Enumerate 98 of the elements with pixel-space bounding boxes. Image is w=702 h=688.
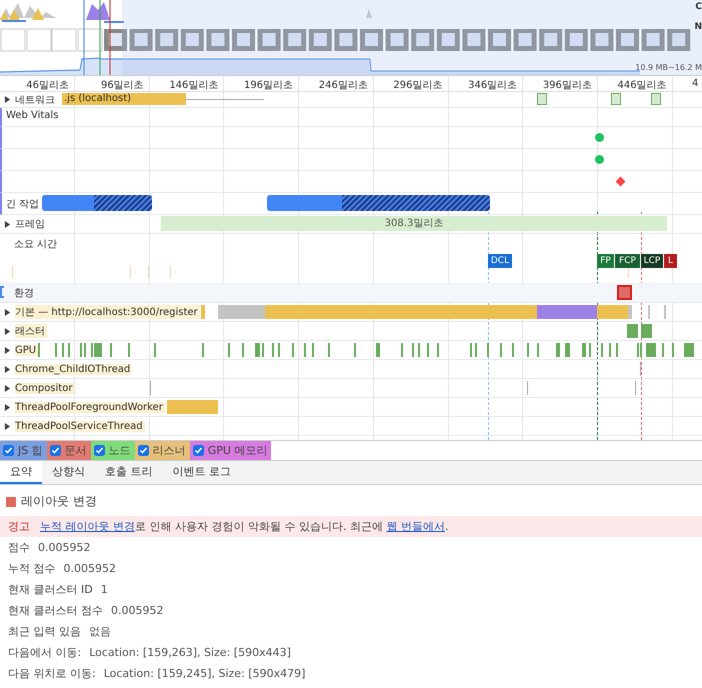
track-label[interactable]: ThreadPoolServiceThread bbox=[15, 420, 145, 432]
expand-arrow-icon[interactable] bbox=[4, 366, 11, 372]
property-value: 0.005952 bbox=[64, 562, 116, 575]
checkbox-icon[interactable] bbox=[192, 445, 204, 456]
time-tick-label: 196밀리초 bbox=[244, 79, 294, 92]
long-task-bar[interactable] bbox=[267, 195, 490, 211]
layout-shift-marker[interactable] bbox=[617, 285, 632, 300]
timing-marker[interactable]: DCL bbox=[488, 254, 512, 268]
warning-message: 누적 레이아웃 변경로 인해 사용자 경험이 악화될 수 있습니다. 최근에 웹 번들에서. bbox=[40, 520, 448, 533]
network-label: N bbox=[694, 22, 702, 32]
track-label[interactable]: 래스터 bbox=[15, 324, 47, 338]
expand-arrow-icon[interactable] bbox=[4, 422, 11, 430]
task-bar[interactable] bbox=[582, 343, 586, 357]
time-tick-label: 246밀리초 bbox=[318, 79, 368, 92]
task-bar[interactable] bbox=[684, 343, 694, 357]
task-bar[interactable] bbox=[565, 343, 570, 357]
property-value: Location: [159,245], Size: [590x479] bbox=[104, 667, 306, 680]
metric-dot-icon[interactable] bbox=[595, 133, 604, 142]
checkbox-icon[interactable] bbox=[94, 445, 105, 456]
track-label[interactable]: GPU bbox=[15, 344, 38, 356]
track-label[interactable]: Chrome_ChildIOThread bbox=[15, 364, 132, 374]
track-label[interactable]: 환경 bbox=[14, 286, 34, 300]
checkbox-icon[interactable] bbox=[50, 445, 61, 456]
task-bar[interactable] bbox=[94, 343, 102, 357]
timing-marker[interactable]: FCP bbox=[615, 254, 640, 268]
task-bar[interactable] bbox=[537, 305, 597, 319]
timing-marker[interactable]: LCP bbox=[641, 254, 663, 268]
expand-arrow-icon[interactable] bbox=[4, 308, 11, 316]
long-task-bar[interactable] bbox=[42, 195, 152, 211]
network-request-bar[interactable] bbox=[537, 93, 547, 105]
property-value: Location: [159,263], Size: [590x443] bbox=[89, 646, 291, 659]
track-label[interactable]: ThreadPoolForegroundWorker bbox=[15, 402, 165, 412]
time-tick-label: 146밀리초 bbox=[169, 79, 218, 92]
expand-arrow-icon[interactable] bbox=[4, 328, 11, 334]
task-bar[interactable] bbox=[167, 400, 218, 414]
track-label: Web Vitals bbox=[6, 110, 58, 121]
property-label: 현재 클러스터 ID bbox=[8, 582, 93, 597]
tab[interactable]: 요약 bbox=[0, 461, 42, 484]
property-label: 현재 클러스터 점수 bbox=[8, 603, 103, 618]
track-label[interactable]: 프레임 bbox=[15, 217, 45, 231]
checkbox-icon[interactable] bbox=[138, 445, 149, 456]
time-tick-label: 296밀리초 bbox=[393, 79, 442, 92]
property-value: 0.005952 bbox=[111, 604, 164, 617]
task-bar[interactable] bbox=[641, 324, 652, 338]
task-bar[interactable] bbox=[265, 305, 537, 319]
tab[interactable]: 상향식 bbox=[42, 461, 95, 484]
warning-label: 경고 bbox=[8, 520, 30, 533]
time-tick-label: 46밀리초 bbox=[26, 79, 69, 92]
metric-dot-icon[interactable] bbox=[595, 155, 604, 164]
task-bar[interactable] bbox=[597, 305, 628, 319]
frame-bar[interactable]: 308.3밀리초 bbox=[161, 216, 667, 231]
property-label: 점수 bbox=[8, 540, 30, 555]
task-bar[interactable] bbox=[201, 305, 205, 319]
task-bar[interactable] bbox=[628, 305, 632, 319]
expand-arrow-icon[interactable] bbox=[4, 346, 11, 354]
track-label: 소요 시간 bbox=[14, 238, 58, 251]
time-tick-label: 96밀리초 bbox=[100, 79, 144, 92]
tab[interactable]: 호출 트리 bbox=[95, 461, 162, 484]
track-label: 긴 작업 bbox=[6, 196, 40, 210]
memory-range: 10.9 MB~16.2 M bbox=[635, 63, 702, 72]
timing-marker[interactable]: L bbox=[664, 254, 677, 268]
time-tick-label: 446밀리초 bbox=[618, 79, 667, 92]
task-bar[interactable] bbox=[556, 343, 560, 357]
task-bar[interactable] bbox=[255, 343, 260, 357]
time-tick-label: 4 bbox=[692, 78, 698, 89]
web-bundles-link[interactable]: 웹 번들에서 bbox=[386, 520, 445, 533]
counter-checkbox[interactable]: 노드 bbox=[90, 441, 135, 460]
cumulative-layout-shift-link[interactable]: 누적 레이아웃 변경 bbox=[40, 520, 135, 533]
expand-arrow-icon[interactable] bbox=[4, 384, 11, 392]
property-label: 다음에서 이동: bbox=[8, 645, 82, 660]
property-label: 누적 점수 bbox=[8, 561, 56, 576]
task-bar[interactable] bbox=[627, 324, 638, 338]
network-request-bar[interactable]: .js (localhost) bbox=[62, 93, 186, 105]
expand-arrow-icon[interactable] bbox=[4, 404, 11, 410]
expand-arrow-icon[interactable] bbox=[4, 96, 11, 103]
tab[interactable]: 이벤트 로그 bbox=[162, 461, 241, 484]
network-request-bar[interactable] bbox=[651, 93, 661, 105]
counter-checkbox[interactable]: GPU 메모리 bbox=[190, 441, 272, 460]
counter-checkbox[interactable]: JS 힙 bbox=[0, 441, 47, 460]
property-value: 1 bbox=[100, 583, 108, 596]
property-label: 최근 입력 있음 bbox=[8, 624, 81, 639]
track-label[interactable]: 네트워크 bbox=[15, 92, 55, 106]
checkbox-icon[interactable] bbox=[3, 445, 14, 456]
expand-arrow-icon[interactable] bbox=[4, 220, 11, 228]
property-value: 없음 bbox=[89, 624, 111, 639]
cpu-label: C bbox=[695, 2, 702, 12]
property-label: 다음 위치로 이동: bbox=[8, 666, 96, 681]
track-label[interactable]: 기본 — http://localhost:3000/register bbox=[15, 305, 200, 319]
event-title: 레이아웃 변경 bbox=[21, 493, 97, 510]
task-bar[interactable] bbox=[218, 305, 265, 319]
task-bar[interactable] bbox=[646, 343, 656, 357]
timing-marker[interactable]: FP bbox=[597, 254, 614, 268]
track-label[interactable]: Compositor bbox=[15, 382, 74, 394]
network-request-bar[interactable] bbox=[611, 93, 621, 105]
counter-checkbox[interactable]: 리스너 bbox=[134, 441, 190, 460]
property-value: 0.005952 bbox=[38, 541, 90, 554]
time-tick-label: 396밀리초 bbox=[542, 79, 592, 92]
time-tick-label: 346밀리초 bbox=[468, 79, 518, 92]
